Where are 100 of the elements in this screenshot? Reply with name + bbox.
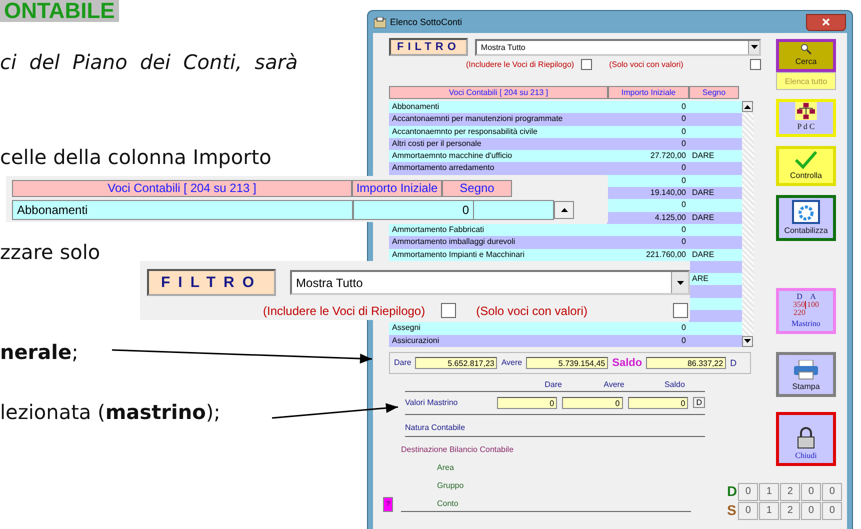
- table-cell[interactable]: Ammortamento Fabbricati: [389, 224, 607, 236]
- column-header: Segno: [442, 180, 512, 197]
- field-label: Area: [437, 462, 455, 472]
- table-cell[interactable]: Assicurazioni: [389, 334, 607, 347]
- table-cell[interactable]: 0: [607, 162, 689, 175]
- column-header[interactable]: Voci Contabili [ 204 su 213 ]: [389, 86, 608, 99]
- table-cell[interactable]: Ammortamento arredamento: [389, 162, 607, 175]
- column-header[interactable]: Importo Iniziale: [608, 86, 689, 99]
- up-arrow-icon: [560, 208, 568, 212]
- dare-label: Dare: [394, 358, 412, 368]
- table-cell[interactable]: 4.125,00: [607, 212, 689, 224]
- ledger-button[interactable]: D A 350 100 220 Mastrino: [776, 288, 836, 334]
- table-cell[interactable]: [689, 138, 742, 150]
- search-button[interactable]: Cerca: [776, 39, 836, 72]
- table-cell[interactable]: 0: [607, 174, 689, 188]
- chart-button[interactable]: P d C: [776, 99, 836, 137]
- digit-cell: 0: [738, 483, 758, 501]
- option-label: (Includere le Voci di Riepilogo): [263, 304, 426, 318]
- checkbox[interactable]: [750, 59, 761, 70]
- table-cell[interactable]: DARE: [689, 248, 742, 261]
- table-cell[interactable]: [689, 285, 742, 298]
- table-cell[interactable]: Accantonaemnti per manutenzioni programmate: [389, 113, 607, 126]
- table-cell[interactable]: [689, 334, 742, 347]
- table-cell[interactable]: DARE: [689, 212, 742, 224]
- checkbox[interactable]: [581, 59, 592, 70]
- table-cell[interactable]: [689, 298, 742, 310]
- avere-field[interactable]: 5.739.154,45: [526, 356, 608, 369]
- counter-label: S: [727, 502, 738, 520]
- down-arrow-icon: [750, 45, 758, 49]
- table-cell[interactable]: 0: [607, 236, 689, 249]
- paragraph-text: nerale;: [0, 339, 78, 365]
- lock-button[interactable]: Chiudi: [776, 412, 836, 466]
- saldo-label: Saldo: [612, 356, 642, 369]
- table-cell[interactable]: [689, 310, 742, 322]
- paragraph-text: zzare solo: [0, 239, 100, 265]
- table-cell[interactable]: Ammortamento imballaggi durevoli: [389, 236, 607, 249]
- table-cell[interactable]: 221.760,00: [607, 248, 689, 261]
- avere-label: Avere: [501, 358, 522, 368]
- check-button[interactable]: Controlla: [776, 146, 836, 186]
- value-field[interactable]: 0: [562, 396, 623, 409]
- table-cell[interactable]: Abbonamenti: [389, 101, 607, 114]
- table-cell[interactable]: 0: [607, 101, 689, 114]
- table-cell[interactable]: DARE: [689, 187, 742, 200]
- table-cell[interactable]: [689, 236, 742, 249]
- checkbox[interactable]: [441, 303, 456, 318]
- scrollbar[interactable]: [742, 101, 754, 347]
- table-cell[interactable]: [689, 322, 742, 335]
- column-header[interactable]: Segno: [689, 86, 739, 99]
- close-button[interactable]: [806, 14, 846, 30]
- digit-cell: 2: [780, 502, 800, 520]
- table-cell[interactable]: 0: [607, 334, 689, 347]
- natura-label: Natura Contabile: [405, 414, 705, 437]
- table-cell[interactable]: 0: [607, 126, 689, 138]
- table-cell[interactable]: Altri costi per il personale: [389, 138, 607, 150]
- window-title: Elenco SottoConti: [390, 17, 462, 27]
- print-button[interactable]: Stampa: [776, 352, 836, 397]
- table-cell[interactable]: [689, 199, 742, 212]
- down-arrow-icon: [744, 339, 751, 344]
- filter-label: FILTRO: [389, 38, 468, 56]
- dare-field[interactable]: 5.652.817,23: [415, 356, 498, 369]
- app-icon: [374, 16, 386, 28]
- table-cell[interactable]: DARE: [689, 150, 742, 162]
- table-cell[interactable]: [689, 101, 742, 114]
- checkbox[interactable]: [673, 303, 688, 318]
- table-cell[interactable]: 0: [607, 224, 689, 236]
- table-cell[interactable]: Assegni: [389, 322, 607, 335]
- column-header: Avere: [602, 380, 626, 389]
- table-cell[interactable]: Ammortamento Impianti e Macchinari: [389, 248, 607, 261]
- table-cell[interactable]: 0: [607, 138, 689, 150]
- option-label: (Solo voci con valori): [609, 60, 684, 69]
- table-cell[interactable]: [689, 224, 742, 236]
- table-cell[interactable]: 0: [607, 113, 689, 126]
- table-cell[interactable]: Ammortaemnto macchine d'ufficio: [389, 150, 607, 162]
- table-cell[interactable]: Accantonaemnto per responsabilità civile: [389, 126, 607, 138]
- filter-dropdown[interactable]: Mostra Tutto: [474, 38, 761, 56]
- table-cell[interactable]: 19.140,00: [607, 187, 689, 200]
- table-cell[interactable]: [689, 126, 742, 138]
- digit-cell: 1: [759, 502, 780, 520]
- close-icon: [822, 18, 830, 26]
- table-cell[interactable]: 0: [607, 322, 689, 335]
- table-cell[interactable]: [689, 174, 742, 188]
- field-label: Conto: [437, 498, 460, 508]
- table-cell[interactable]: 27.720,00: [607, 150, 689, 162]
- digit-cell: 0: [738, 502, 758, 520]
- column-header: Voci Contabili [ 204 su 213 ]: [12, 180, 352, 197]
- field-label: Gruppo: [437, 480, 465, 490]
- column-header: Saldo: [663, 380, 686, 389]
- table-cell[interactable]: 0: [607, 199, 689, 212]
- value-field[interactable]: 0: [496, 396, 558, 409]
- table-cell[interactable]: [689, 260, 742, 274]
- value-field[interactable]: 0: [628, 396, 688, 409]
- up-arrow-icon: [744, 104, 751, 108]
- saldo-field[interactable]: 86.337,22: [646, 356, 726, 369]
- table-cell[interactable]: [689, 113, 742, 126]
- table-cell[interactable]: [689, 162, 742, 175]
- table-cell[interactable]: ARE: [689, 273, 742, 286]
- paragraph-text: ci del Piano dei Conti, sarà: [0, 49, 298, 75]
- filter-dropdown[interactable]: Mostra Tutto: [290, 270, 690, 295]
- column-header: Dare: [544, 380, 563, 389]
- gear-button[interactable]: Contabilizza: [776, 195, 836, 241]
